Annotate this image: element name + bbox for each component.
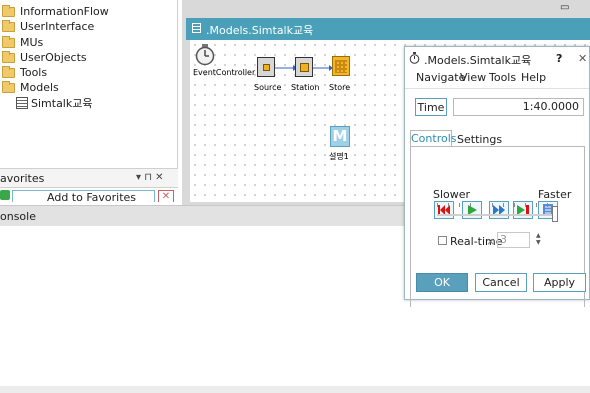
connector-station-store	[313, 65, 333, 71]
pane-controls-icon[interactable]: ▾ ⊓ ✕	[136, 172, 164, 183]
store-label: Store	[329, 83, 351, 92]
console-title: onsole	[0, 210, 36, 223]
realtime-checkbox[interactable]	[438, 236, 447, 245]
source-label: Source	[254, 83, 282, 92]
connector-source-station	[275, 65, 297, 71]
store-object[interactable]	[332, 56, 350, 76]
frame-icon	[192, 23, 201, 33]
menu-tools[interactable]: Tools	[489, 71, 516, 84]
frame-title: .Models.Simtalk교육	[206, 24, 314, 37]
tree-item-informationflow[interactable]: InformationFlow	[2, 4, 109, 19]
tree-item-models[interactable]: Models	[2, 80, 59, 95]
dialog-title: .Models.Simtalk교육	[424, 54, 532, 67]
tree-item-label: UserInterface	[20, 20, 95, 33]
event-controller-label: EventController	[193, 68, 256, 77]
event-controller-dialog: .Models.Simtalk교육 ? ✕ Navigate View Tool…	[404, 46, 590, 307]
tree-item-label: InformationFlow	[20, 5, 109, 18]
tree-item-simtalk-model[interactable]: Simtalk교육	[16, 95, 92, 110]
folder-icon	[2, 19, 15, 32]
station-icon	[300, 63, 309, 72]
add-to-favorites-button[interactable]: Add to Favorites	[12, 190, 155, 202]
clock-icon	[195, 44, 215, 66]
console-header: onsole	[0, 205, 404, 226]
source-icon	[263, 64, 270, 71]
store-icon	[335, 60, 347, 73]
remove-favorite-button[interactable]: ✕	[158, 190, 174, 202]
folder-icon	[2, 65, 15, 78]
speed-slider-track[interactable]	[437, 214, 557, 216]
favorites-title: avorites	[0, 172, 45, 185]
folder-icon	[2, 80, 15, 93]
tree-item-label: MUs	[20, 36, 44, 49]
cancel-button[interactable]: Cancel	[475, 273, 527, 292]
frame-title-bar[interactable]: .Models.Simtalk교육	[186, 18, 590, 40]
menu-divider	[405, 88, 589, 89]
time-field[interactable]: 1:40.0000	[453, 98, 584, 116]
menu-navigate[interactable]: Navigate	[416, 71, 465, 84]
spin-arrows-icon[interactable]: ▲ ▼	[536, 232, 541, 246]
help-button[interactable]: ?	[556, 52, 562, 65]
method-label: 설명1	[329, 152, 349, 161]
folder-icon	[2, 4, 15, 17]
apply-button[interactable]: Apply	[533, 273, 586, 292]
tree-item-userinterface[interactable]: UserInterface	[2, 19, 94, 34]
tab-controls[interactable]: Controls	[410, 130, 457, 147]
add-favorite-icon	[0, 190, 10, 200]
time-button[interactable]: Time	[415, 98, 447, 116]
close-button[interactable]: ✕	[578, 52, 587, 65]
realtime-factor-input[interactable]: 3	[497, 232, 530, 248]
favorites-body: Add to Favorites ✕	[0, 188, 178, 202]
station-object[interactable]	[295, 57, 313, 77]
status-strip	[0, 386, 590, 393]
clock-icon	[409, 52, 420, 64]
ok-button[interactable]: OK	[416, 273, 468, 292]
menu-help[interactable]: Help	[521, 71, 546, 84]
method-icon: M	[332, 127, 348, 145]
tab-settings[interactable]: Settings	[457, 133, 502, 146]
tree-item-label: Simtalk교육	[31, 96, 93, 110]
folder-icon	[2, 50, 15, 63]
speed-slider-thumb[interactable]	[552, 206, 558, 222]
tree-item-label: Models	[20, 81, 59, 94]
slower-label: Slower	[433, 188, 471, 201]
folder-icon	[2, 35, 15, 48]
menu-view[interactable]: View	[460, 71, 486, 84]
method-object[interactable]: M	[330, 126, 350, 147]
favorites-header: avorites ▾ ⊓ ✕	[0, 168, 178, 188]
frame-window-controls[interactable]: ▭	[560, 2, 590, 14]
tree-item-tools[interactable]: Tools	[2, 65, 47, 80]
frame-icon	[16, 96, 28, 109]
class-library-tree: InformationFlow UserInterface MUs UserOb…	[0, 0, 178, 168]
remove-icon: ✕	[161, 191, 171, 202]
realtime-multiplier-sign: ×	[486, 235, 496, 248]
speed-slider-ticks	[437, 203, 557, 207]
tree-item-label: UserObjects	[20, 51, 87, 64]
station-label: Station	[291, 83, 320, 92]
event-controller-object[interactable]	[195, 44, 215, 66]
tree-item-userobjects[interactable]: UserObjects	[2, 50, 87, 65]
source-object[interactable]	[257, 57, 275, 77]
tree-item-mus[interactable]: MUs	[2, 35, 43, 50]
restore-icon[interactable]: ▭	[560, 2, 569, 13]
tree-item-label: Tools	[20, 66, 48, 79]
faster-label: Faster	[538, 188, 572, 201]
